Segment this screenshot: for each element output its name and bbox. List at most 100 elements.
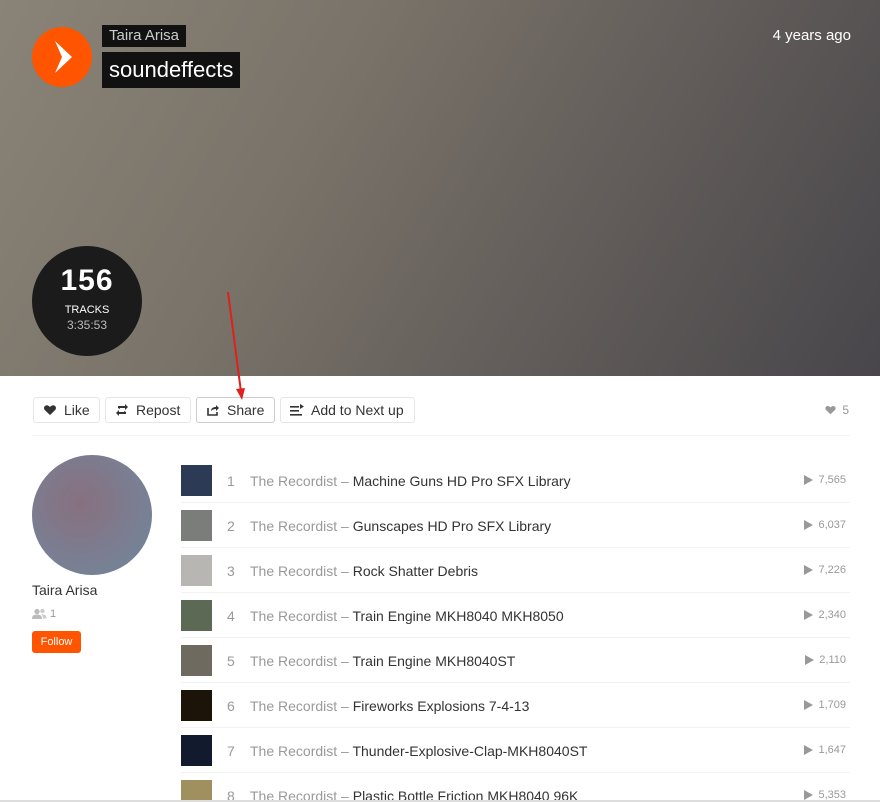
like-button[interactable]: Like [33,397,100,423]
track-artwork[interactable] [181,600,212,631]
track-artist[interactable]: The Recordist [250,518,337,534]
track-play-count: 2,340 [804,609,846,621]
track-number: 7 [227,743,235,759]
add-to-next-up-button[interactable]: Add to Next up [280,397,415,423]
playlist-owner-link[interactable]: Taira Arisa [102,25,187,47]
track-play-count-value: 7,565 [818,474,846,486]
track-play-count: 7,226 [804,564,846,576]
playlist-title: soundeffects [102,52,241,88]
playlist-duration: 3:35:53 [66,318,108,332]
followers-count[interactable]: 1 [32,608,56,620]
track-play-count: 2,110 [805,654,846,666]
share-label: Share [227,402,265,418]
track-title[interactable]: Machine Guns HD Pro SFX Library [353,473,571,489]
track-separator: – [337,653,353,669]
track-number: 3 [227,563,235,579]
track-artwork[interactable] [181,510,212,541]
track-separator: – [337,518,353,534]
track-play-count-value: 7,226 [818,564,846,576]
track-artwork[interactable] [181,645,212,676]
play-icon [55,41,72,73]
play-count-icon [804,520,814,530]
track-artwork[interactable] [181,465,212,496]
track-play-count-value: 6,037 [818,519,846,531]
track-row[interactable]: 7 The Recordist – Thunder-Explosive-Clap-… [181,728,850,773]
repost-label: Repost [136,402,181,418]
track-row[interactable]: 5 The Recordist – Train Engine MKH8040ST 2… [181,638,850,683]
track-label: The Recordist – Rock Shatter Debris [250,563,478,579]
posted-time: 4 years ago [772,27,851,44]
playlist-hero: Taira Arisa soundeffects 4 years ago 156… [0,0,880,376]
add-to-queue-icon [290,404,304,416]
track-number: 5 [227,653,235,669]
track-row[interactable]: 1 The Recordist – Machine Guns HD Pro SFX… [181,458,850,503]
track-label: The Recordist – Train Engine MKH8040 MKH… [250,608,564,624]
track-title[interactable]: Train Engine MKH8040 MKH8050 [352,608,563,624]
track-title[interactable]: Train Engine MKH8040ST [352,653,515,669]
owner-name[interactable]: Taira Arisa [32,582,97,598]
track-label: The Recordist – Gunscapes HD Pro SFX Lib… [250,518,551,534]
track-count-badge: 156 TRACKS 3:35:53 [32,246,142,356]
track-artwork[interactable] [181,555,212,586]
heart-icon [825,405,836,415]
play-button[interactable] [32,27,92,87]
track-number: 1 [227,473,235,489]
like-label: Like [64,402,90,418]
play-count-icon [804,610,814,620]
repost-icon [116,404,128,416]
track-number: 4 [227,608,235,624]
track-play-count: 1,647 [804,744,846,756]
likes-count[interactable]: 5 [824,403,849,417]
repost-button[interactable]: Repost [105,397,191,423]
track-play-count: 7,565 [804,474,846,486]
play-count-icon [804,700,814,710]
track-row[interactable]: 2 The Recordist – Gunscapes HD Pro SFX Li… [181,503,850,548]
track-artist[interactable]: The Recordist [250,608,337,624]
track-number: 6 [227,698,235,714]
track-label: The Recordist – Machine Guns HD Pro SFX … [250,473,571,489]
track-title[interactable]: Rock Shatter Debris [353,563,478,579]
play-count-icon [804,475,814,485]
track-count-label: TRACKS [64,304,110,316]
track-label: The Recordist – Train Engine MKH8040ST [250,653,515,669]
track-play-count: 6,037 [804,519,846,531]
track-row[interactable]: 3 The Recordist – Rock Shatter Debris 7,22… [181,548,850,593]
track-label: The Recordist – Fireworks Explosions 7-4… [250,698,529,714]
track-artist[interactable]: The Recordist [250,473,337,489]
track-play-count-value: 1,709 [818,699,846,711]
divider [32,435,850,436]
track-row[interactable]: 8 The Recordist – Plastic Bottle Friction… [181,773,850,802]
heart-icon [44,405,56,415]
add-to-next-up-label: Add to Next up [311,402,404,418]
track-play-count: 1,709 [804,699,846,711]
track-label: The Recordist – Thunder-Explosive-Clap-M… [250,743,587,759]
track-artist[interactable]: The Recordist [250,563,337,579]
track-artwork[interactable] [181,690,212,721]
track-number: 2 [227,518,235,534]
share-icon [207,405,219,416]
track-title[interactable]: Fireworks Explosions 7-4-13 [353,698,530,714]
track-artwork[interactable] [181,780,212,802]
track-separator: – [337,698,353,714]
track-play-count-value: 2,110 [819,654,846,666]
track-artist[interactable]: The Recordist [250,653,337,669]
track-row[interactable]: 6 The Recordist – Fireworks Explosions 7-… [181,683,850,728]
play-count-icon [804,745,814,755]
play-count-icon [804,565,814,575]
share-button[interactable]: Share [196,397,275,423]
play-count-icon [805,655,815,665]
track-row[interactable]: 4 The Recordist – Train Engine MKH8040 MK… [181,593,850,638]
track-title[interactable]: Gunscapes HD Pro SFX Library [353,518,551,534]
avatar[interactable] [32,455,152,575]
track-artist[interactable]: The Recordist [250,698,337,714]
followers-icon [32,608,47,619]
track-play-count-value: 1,647 [818,744,846,756]
follow-button[interactable]: Follow [32,631,81,653]
track-separator: – [337,608,353,624]
track-artwork[interactable] [181,735,212,766]
followers-count-value: 1 [50,608,57,620]
track-artist[interactable]: The Recordist [250,743,337,759]
likes-count-value: 5 [842,403,849,417]
play-count-icon [804,790,814,800]
track-title[interactable]: Thunder-Explosive-Clap-MKH8040ST [352,743,587,759]
